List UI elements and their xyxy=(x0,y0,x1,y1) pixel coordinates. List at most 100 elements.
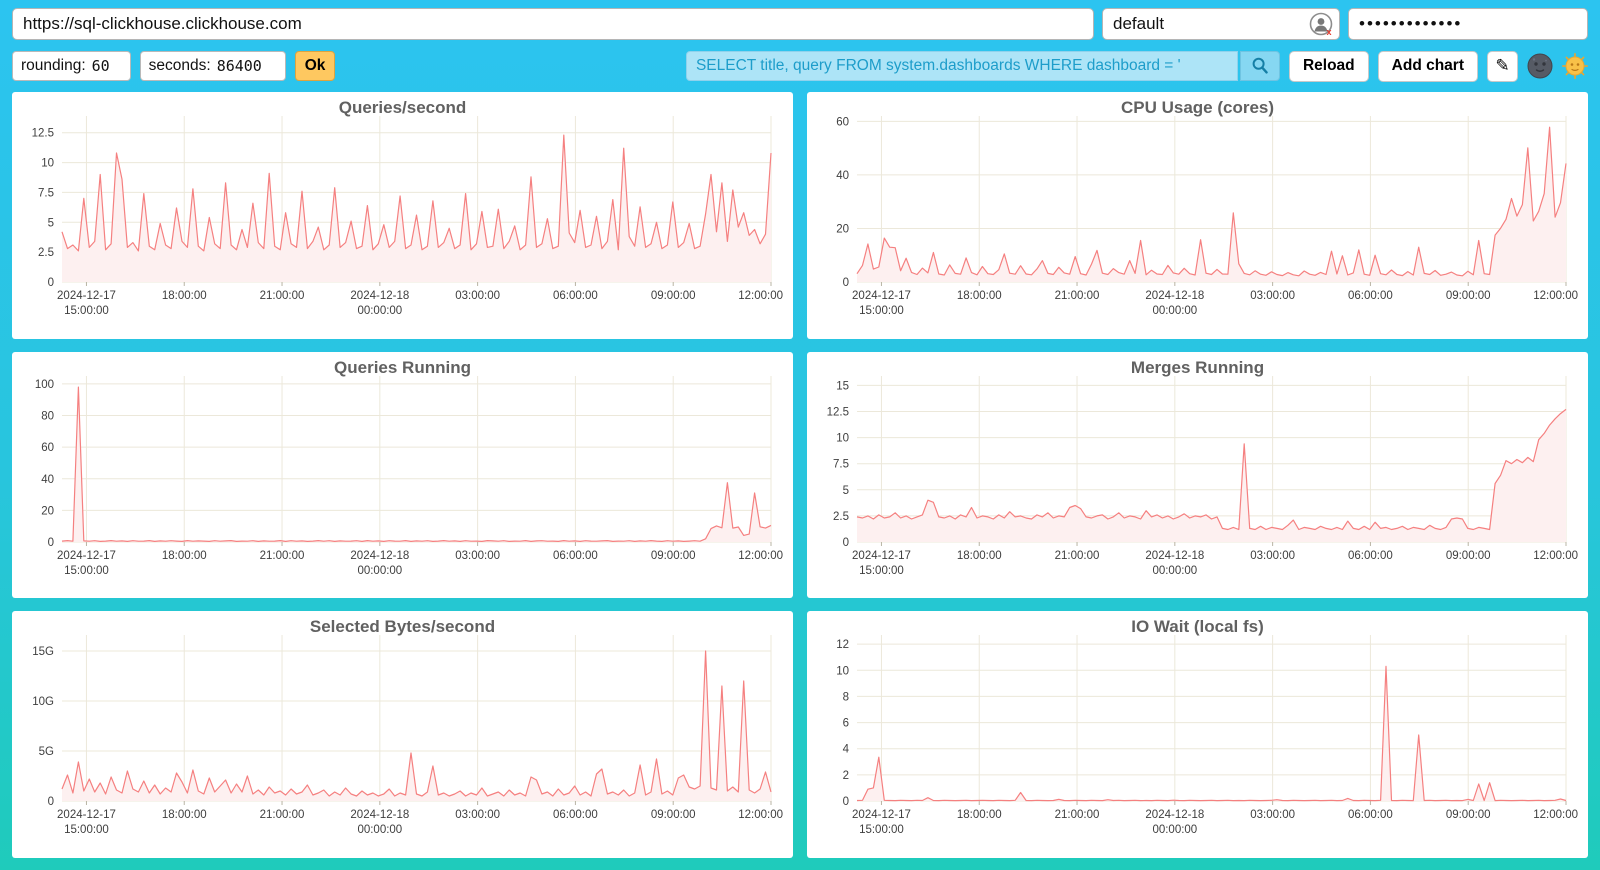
chart-plot-queries-running[interactable]: 0204060801002024-12-1715:00:0018:00:0021… xyxy=(16,366,785,580)
svg-text:00:00:00: 00:00:00 xyxy=(1152,824,1197,836)
svg-text:2024-12-17: 2024-12-17 xyxy=(852,290,911,302)
svg-text:2024-12-18: 2024-12-18 xyxy=(1145,290,1204,302)
svg-text:12.5: 12.5 xyxy=(32,128,54,140)
dashboard-query-input[interactable] xyxy=(686,51,1238,81)
svg-text:2024-12-18: 2024-12-18 xyxy=(1145,550,1204,562)
svg-text:21:00:00: 21:00:00 xyxy=(260,550,305,562)
username-input[interactable] xyxy=(1102,8,1340,40)
svg-text:2024-12-17: 2024-12-17 xyxy=(852,809,911,821)
svg-text:03:00:00: 03:00:00 xyxy=(455,290,500,302)
svg-text:15:00:00: 15:00:00 xyxy=(859,824,904,836)
svg-text:06:00:00: 06:00:00 xyxy=(1348,290,1393,302)
svg-text:4: 4 xyxy=(843,744,850,756)
svg-text:03:00:00: 03:00:00 xyxy=(455,550,500,562)
svg-text:12:00:00: 12:00:00 xyxy=(1533,550,1578,562)
sun-face-icon[interactable] xyxy=(1562,53,1588,79)
svg-text:06:00:00: 06:00:00 xyxy=(553,550,598,562)
svg-text:2024-12-18: 2024-12-18 xyxy=(350,550,409,562)
chart-plot-merges-running[interactable]: 02.557.51012.5152024-12-1715:00:0018:00:… xyxy=(811,366,1580,580)
chart-card-io-wait-local-fs: IO Wait (local fs)0246810122024-12-1715:… xyxy=(807,611,1588,858)
svg-text:80: 80 xyxy=(41,410,54,422)
chart-card-cpu-usage-cores: CPU Usage (cores)02040602024-12-1715:00:… xyxy=(807,92,1588,339)
edit-mode-button[interactable]: ✎ xyxy=(1487,51,1518,82)
svg-text:2024-12-17: 2024-12-17 xyxy=(852,550,911,562)
svg-text:09:00:00: 09:00:00 xyxy=(651,550,696,562)
svg-text:12:00:00: 12:00:00 xyxy=(1533,809,1578,821)
password-input[interactable] xyxy=(1348,8,1588,40)
svg-text:15: 15 xyxy=(836,380,849,392)
svg-text:06:00:00: 06:00:00 xyxy=(1348,550,1393,562)
seconds-label: seconds: xyxy=(149,57,211,75)
svg-text:15:00:00: 15:00:00 xyxy=(64,565,109,577)
svg-text:15:00:00: 15:00:00 xyxy=(64,824,109,836)
svg-text:03:00:00: 03:00:00 xyxy=(1250,809,1295,821)
chart-title: Merges Running xyxy=(811,356,1584,380)
svg-text:00:00:00: 00:00:00 xyxy=(1152,565,1197,577)
svg-text:18:00:00: 18:00:00 xyxy=(957,809,1002,821)
svg-text:03:00:00: 03:00:00 xyxy=(455,809,500,821)
magnifier-icon xyxy=(1250,56,1270,76)
svg-text:0: 0 xyxy=(843,796,849,808)
svg-text:18:00:00: 18:00:00 xyxy=(957,290,1002,302)
chart-title: CPU Usage (cores) xyxy=(811,96,1584,120)
run-query-button[interactable] xyxy=(1240,51,1280,81)
svg-text:2024-12-17: 2024-12-17 xyxy=(57,809,116,821)
chart-card-merges-running: Merges Running02.557.51012.5152024-12-17… xyxy=(807,352,1588,599)
svg-text:21:00:00: 21:00:00 xyxy=(1055,290,1100,302)
svg-text:00:00:00: 00:00:00 xyxy=(1152,305,1197,317)
svg-text:12:00:00: 12:00:00 xyxy=(1533,290,1578,302)
svg-text:00:00:00: 00:00:00 xyxy=(357,824,402,836)
add-chart-button[interactable]: Add chart xyxy=(1378,51,1478,82)
chart-card-queries-second: Queries/second02.557.51012.52024-12-1715… xyxy=(12,92,793,339)
svg-text:12: 12 xyxy=(836,639,849,651)
ok-button[interactable]: Ok xyxy=(295,51,336,81)
seconds-input[interactable] xyxy=(217,57,281,75)
svg-text:40: 40 xyxy=(836,170,849,182)
chart-plot-io-wait-local-fs[interactable]: 0246810122024-12-1715:00:0018:00:0021:00… xyxy=(811,625,1580,839)
svg-text:12:00:00: 12:00:00 xyxy=(738,290,783,302)
svg-text:6: 6 xyxy=(843,718,849,730)
moon-face-icon[interactable] xyxy=(1527,53,1553,79)
svg-text:21:00:00: 21:00:00 xyxy=(1055,550,1100,562)
chart-plot-cpu-usage-cores[interactable]: 02040602024-12-1715:00:0018:00:0021:00:0… xyxy=(811,106,1580,320)
svg-text:5: 5 xyxy=(48,217,54,229)
svg-text:09:00:00: 09:00:00 xyxy=(1446,550,1491,562)
chart-plot-selected-bytes-second[interactable]: 05G10G15G2024-12-1715:00:0018:00:0021:00… xyxy=(16,625,785,839)
svg-text:12:00:00: 12:00:00 xyxy=(738,809,783,821)
svg-text:10G: 10G xyxy=(32,696,54,708)
svg-text:00:00:00: 00:00:00 xyxy=(357,305,402,317)
svg-text:15:00:00: 15:00:00 xyxy=(64,305,109,317)
svg-text:2024-12-18: 2024-12-18 xyxy=(1145,809,1204,821)
svg-text:5: 5 xyxy=(843,484,849,496)
svg-text:2024-12-18: 2024-12-18 xyxy=(350,809,409,821)
seconds-field: seconds: xyxy=(140,51,286,81)
svg-text:7.5: 7.5 xyxy=(38,187,54,199)
reload-button[interactable]: Reload xyxy=(1289,51,1369,82)
svg-text:40: 40 xyxy=(41,473,54,485)
user-x-icon: x xyxy=(1309,12,1333,36)
controls-bar: rounding: seconds: Ok Reload Add chart ✎ xyxy=(12,49,1588,83)
dashboard-query-group xyxy=(686,51,1280,81)
svg-text:18:00:00: 18:00:00 xyxy=(162,809,207,821)
svg-text:09:00:00: 09:00:00 xyxy=(1446,809,1491,821)
server-url-input[interactable] xyxy=(12,8,1094,40)
user-field-wrap: x xyxy=(1102,8,1340,40)
rounding-input[interactable] xyxy=(92,57,126,75)
svg-text:03:00:00: 03:00:00 xyxy=(1250,290,1295,302)
svg-text:12.5: 12.5 xyxy=(827,406,849,418)
svg-text:0: 0 xyxy=(48,277,54,289)
svg-text:2.5: 2.5 xyxy=(833,511,849,523)
svg-text:00:00:00: 00:00:00 xyxy=(357,565,402,577)
chart-plot-queries-second[interactable]: 02.557.51012.52024-12-1715:00:0018:00:00… xyxy=(16,106,785,320)
svg-text:0: 0 xyxy=(843,537,849,549)
svg-text:03:00:00: 03:00:00 xyxy=(1250,550,1295,562)
chart-title: IO Wait (local fs) xyxy=(811,615,1584,639)
svg-text:0: 0 xyxy=(48,796,54,808)
svg-text:21:00:00: 21:00:00 xyxy=(1055,809,1100,821)
chart-title: Queries/second xyxy=(16,96,789,120)
svg-text:21:00:00: 21:00:00 xyxy=(260,290,305,302)
connection-bar: x xyxy=(12,8,1588,40)
svg-text:10: 10 xyxy=(836,432,849,444)
svg-text:x: x xyxy=(1327,27,1332,36)
svg-text:09:00:00: 09:00:00 xyxy=(651,809,696,821)
